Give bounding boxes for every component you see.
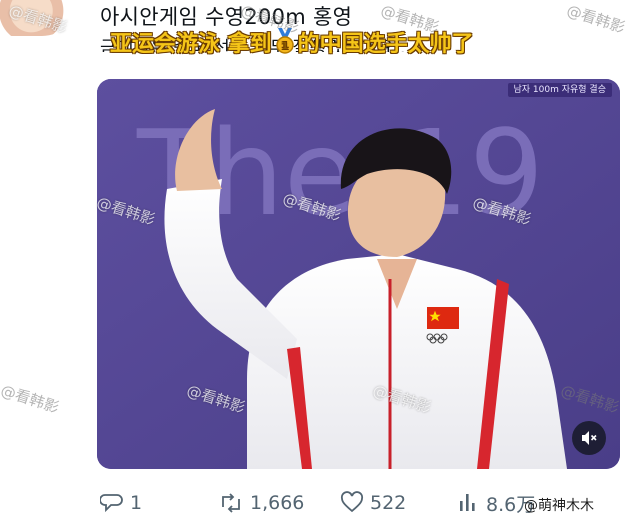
repost-icon bbox=[222, 493, 240, 513]
speaker-muted-icon bbox=[582, 431, 597, 445]
gold-medal-icon: 1 bbox=[275, 28, 295, 62]
credit-watermark: @萌神木木 bbox=[524, 498, 594, 514]
video-player[interactable]: The 19 남자 100m 자유형 결승 bbox=[97, 79, 620, 469]
post-text: 아시안게임 수영200m 홍영 금메달은 중국 선수 너무 잘생겼는데요 .. bbox=[100, 4, 520, 52]
like-count: 522 bbox=[370, 492, 407, 514]
watermark: @看韩影 bbox=[564, 1, 628, 37]
video-frame: The 19 bbox=[97, 79, 620, 469]
heart-icon bbox=[340, 491, 364, 513]
overlay-caption-part-1: 亚运会游泳 拿到 bbox=[110, 32, 272, 57]
like-button[interactable]: 522 bbox=[340, 485, 406, 521]
mute-button[interactable] bbox=[572, 421, 606, 455]
svg-text:1: 1 bbox=[281, 41, 288, 52]
overlay-caption: 亚运会游泳 拿到 1 的中国选手太帅了 bbox=[104, 28, 480, 62]
post-text-line-1: 아시안게임 수영200m 홍영 bbox=[100, 5, 353, 28]
overlay-caption-part-2: 的中国选手太帅了 bbox=[297, 32, 474, 57]
reply-icon bbox=[100, 494, 123, 513]
bar-chart-icon bbox=[460, 494, 475, 511]
watermark: @看韩影 bbox=[0, 381, 62, 417]
reply-button[interactable]: 1 bbox=[100, 485, 142, 521]
broadcast-tag: 남자 100m 자유형 결승 bbox=[507, 83, 612, 97]
repost-count: 1,666 bbox=[250, 492, 305, 514]
reply-count: 1 bbox=[130, 492, 143, 514]
avatar[interactable] bbox=[0, 0, 78, 36]
repost-button[interactable]: 1,666 bbox=[218, 485, 304, 521]
